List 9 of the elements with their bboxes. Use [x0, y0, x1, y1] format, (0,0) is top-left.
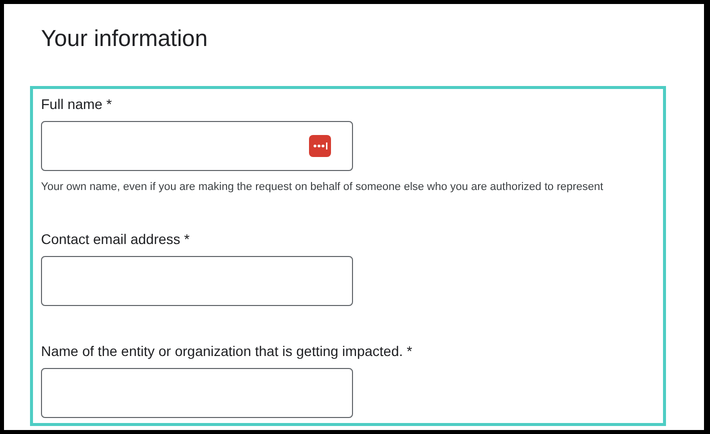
field-label: Name of the entity or organization that is getting impacted. * — [41, 342, 414, 360]
password-manager-icon[interactable] — [309, 135, 331, 157]
input-field[interactable] — [41, 256, 353, 306]
field-label: Contact email address * — [41, 230, 191, 248]
field-label: Full name * — [41, 95, 113, 113]
section-heading: Your information — [41, 24, 209, 52]
input-field[interactable] — [41, 368, 353, 418]
helper-text: Your own name, even if you are making the request on behalf of someone else who you are authorized to represent — [41, 180, 604, 194]
input-field[interactable] — [41, 121, 353, 171]
